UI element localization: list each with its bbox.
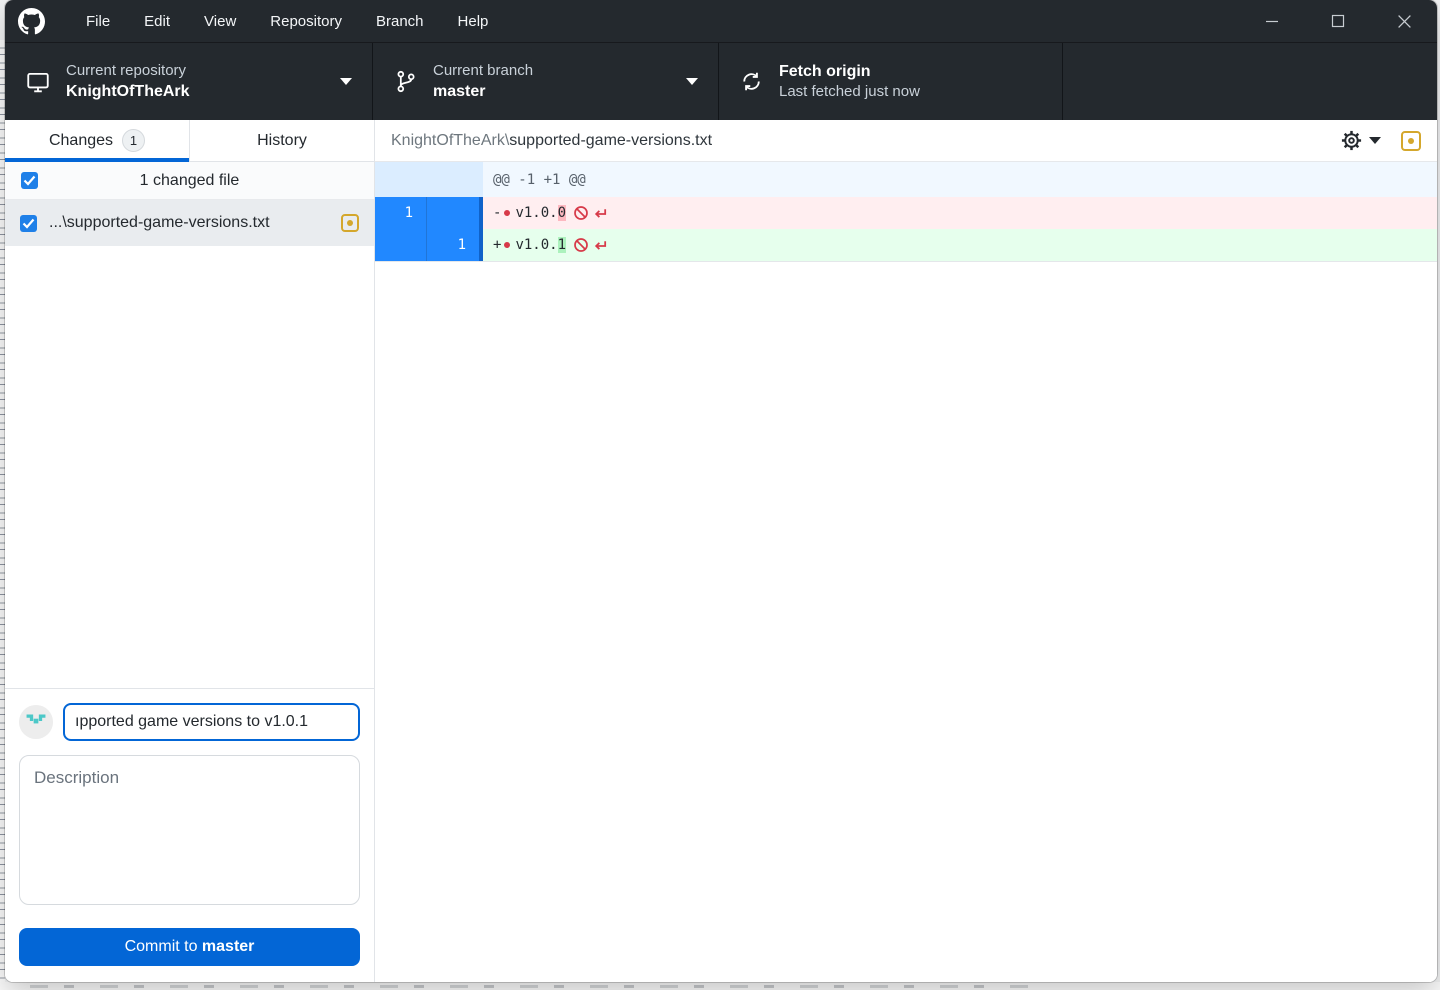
menu-file[interactable]: File — [69, 0, 127, 42]
titlebar: File Edit View Repository Branch Help — [5, 0, 1437, 42]
old-line-gutter — [375, 162, 427, 197]
menu-repository[interactable]: Repository — [253, 0, 359, 42]
git-branch-icon — [397, 70, 415, 93]
diff-file-header: KnightOfTheArk\supported-game-versions.t… — [375, 120, 1437, 162]
hunk-header-row: @@ -1 +1 @@ — [375, 162, 1437, 197]
tab-history-label: History — [257, 131, 307, 149]
main-area: Changes 1 History 1 changed file ...\sup… — [5, 120, 1437, 982]
chevron-down-icon — [340, 78, 352, 85]
diff-empty-area — [375, 262, 1437, 982]
diff-sign: - — [493, 205, 502, 221]
tab-changes[interactable]: Changes 1 — [5, 120, 190, 162]
maximize-icon — [1331, 14, 1345, 28]
current-branch-dropdown[interactable]: Current branch master — [373, 43, 719, 120]
new-line-number[interactable] — [427, 197, 479, 229]
diff-changed-char: 0 — [557, 205, 567, 221]
diff-line-text: v1.0. — [515, 205, 558, 221]
check-icon — [22, 218, 35, 229]
tab-history[interactable]: History — [190, 120, 374, 161]
changed-file-name: ...\supported-game-versions.txt — [49, 214, 270, 231]
changes-count-badge: 1 — [122, 129, 146, 152]
old-line-number[interactable]: 1 — [375, 197, 427, 229]
chevron-down-icon — [686, 78, 698, 85]
whitespace-dot-icon — [504, 210, 511, 216]
maximize-button[interactable] — [1305, 0, 1371, 42]
diff-line-text: v1.0. — [515, 237, 558, 253]
commit-description-input[interactable] — [19, 755, 360, 905]
commit-button-label: Commit to — [124, 938, 202, 955]
toolbar: Current repository KnightOfTheArk Curren… — [5, 42, 1437, 120]
diff-added-row: 1 + v1.0. 1 — [375, 229, 1437, 261]
background-window-strip — [0, 982, 1440, 990]
select-all-checkbox[interactable] — [21, 172, 38, 189]
current-branch-value: master — [433, 82, 486, 100]
current-repository-dropdown[interactable]: Current repository KnightOfTheArk — [5, 43, 373, 120]
whitespace-dot-icon — [504, 242, 511, 248]
menu-branch[interactable]: Branch — [359, 0, 441, 42]
old-line-number[interactable] — [375, 229, 427, 261]
commit-summary-input[interactable] — [63, 703, 360, 741]
repository-icon — [27, 72, 49, 92]
fetch-origin-title: Fetch origin — [779, 62, 871, 80]
fetch-origin-subtitle: Last fetched just now — [779, 83, 920, 101]
close-button[interactable] — [1371, 0, 1437, 42]
avatar — [19, 705, 53, 739]
sidebar: Changes 1 History 1 changed file ...\sup… — [5, 120, 375, 982]
current-repository-value: KnightOfTheArk — [66, 82, 190, 100]
github-desktop-window: File Edit View Repository Branch Help Cu… — [5, 0, 1437, 982]
carriage-return-icon — [594, 240, 607, 250]
minimize-icon — [1266, 20, 1278, 23]
new-line-gutter — [427, 162, 479, 197]
modified-status-icon — [1401, 130, 1421, 151]
no-newline-icon — [574, 238, 588, 252]
commit-button[interactable]: Commit to master — [19, 928, 360, 966]
gear-icon — [1341, 130, 1362, 151]
commit-form: Commit to master — [5, 688, 374, 982]
diff-removed-row: 1 - v1.0. 0 — [375, 197, 1437, 229]
check-icon — [23, 175, 36, 186]
sync-icon — [743, 72, 760, 91]
no-newline-icon — [574, 206, 588, 220]
tab-changes-label: Changes — [48, 131, 114, 149]
diff-options-button[interactable] — [1340, 129, 1381, 152]
menu-edit[interactable]: Edit — [127, 0, 187, 42]
menu-bar: File Edit View Repository Branch Help — [69, 0, 505, 42]
diff-file-name: supported-game-versions.txt — [509, 131, 713, 149]
file-include-checkbox[interactable] — [20, 214, 37, 232]
diff-file-path: KnightOfTheArk\supported-game-versions.t… — [391, 132, 712, 150]
hunk-header-text: @@ -1 +1 @@ — [483, 162, 1437, 197]
window-controls — [1239, 0, 1437, 42]
diff-path-prefix: KnightOfTheArk\ — [391, 131, 510, 149]
fetch-origin-button[interactable]: Fetch origin Last fetched just now — [719, 43, 1063, 120]
current-repository-label: Current repository — [66, 61, 187, 79]
current-branch-label: Current branch — [433, 61, 534, 79]
menu-help[interactable]: Help — [441, 0, 506, 42]
minimize-button[interactable] — [1239, 0, 1305, 42]
commit-button-branch: master — [201, 938, 255, 955]
modified-status-icon — [341, 214, 359, 232]
chevron-down-icon — [1369, 137, 1381, 144]
desktop: File Edit View Repository Branch Help Cu… — [0, 0, 1440, 990]
sidebar-tabs: Changes 1 History — [5, 120, 374, 162]
carriage-return-icon — [594, 208, 607, 218]
identicon-avatar-icon — [19, 705, 53, 739]
changed-file-row[interactable]: ...\supported-game-versions.txt — [5, 200, 374, 246]
github-logo-icon — [18, 7, 45, 34]
diff-sign: + — [493, 237, 502, 253]
diff-table: @@ -1 +1 @@ 1 - v1.0. 0 1 + v1.0. 1 — [375, 162, 1437, 262]
changed-files-summary: 1 changed file — [139, 171, 240, 189]
close-icon — [1397, 14, 1411, 28]
changes-list-empty-area — [5, 246, 374, 688]
menu-view[interactable]: View — [187, 0, 253, 42]
diff-changed-char: 1 — [557, 237, 567, 253]
changes-list-header: 1 changed file — [5, 162, 374, 200]
new-line-number[interactable]: 1 — [427, 229, 479, 261]
diff-pane: KnightOfTheArk\supported-game-versions.t… — [375, 120, 1437, 982]
